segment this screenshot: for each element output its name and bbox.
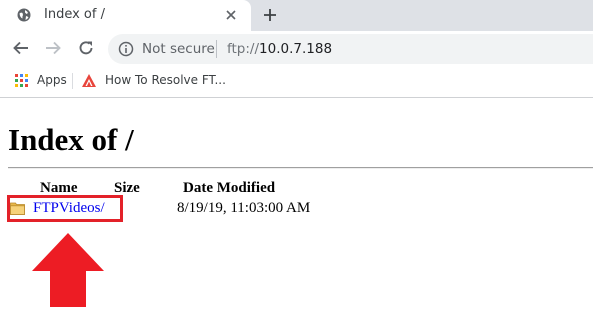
url-host: 10.0.7.188 [259, 41, 333, 57]
bookmark-how-to-resolve[interactable]: How To Resolve FT... [105, 73, 226, 87]
url-scheme: ftp:// [227, 41, 260, 57]
new-tab-plus-icon[interactable] [262, 7, 278, 23]
url-text[interactable]: ftp://10.0.7.188 [227, 41, 332, 57]
info-icon[interactable] [118, 41, 134, 57]
bookmarks-bar: Apps How To Resolve FT... [0, 67, 593, 98]
omnibox-divider [216, 40, 217, 58]
tab-title: Index of / [44, 7, 105, 22]
horizontal-rule [8, 167, 593, 169]
date-modified-cell: 8/19/19, 11:03:00 AM [177, 200, 311, 216]
bookmark-separator [72, 73, 73, 89]
page-title: Index of / [8, 122, 134, 157]
globe-icon [17, 8, 31, 22]
up-arrow-icon [32, 233, 104, 307]
address-bar[interactable]: Not secure ftp://10.0.7.188 [108, 34, 593, 64]
back-arrow-icon[interactable] [12, 39, 30, 57]
highlight-box [7, 195, 123, 222]
close-icon[interactable] [224, 8, 238, 22]
bookmark-apps[interactable]: Apps [37, 73, 67, 87]
forward-arrow-icon[interactable] [44, 39, 62, 57]
reload-icon[interactable] [77, 39, 95, 57]
security-label[interactable]: Not secure [142, 41, 215, 57]
apps-grid-icon[interactable] [15, 74, 28, 87]
page-content: Index of / Name Size Date Modified FTPVi… [0, 98, 593, 324]
browser-toolbar: Not secure ftp://10.0.7.188 [0, 31, 593, 67]
tab-index[interactable]: Index of / [0, 0, 251, 31]
tab-strip: Index of / [0, 0, 593, 31]
bookmark-favicon-icon [82, 74, 96, 87]
column-header-date[interactable]: Date Modified [183, 180, 275, 197]
